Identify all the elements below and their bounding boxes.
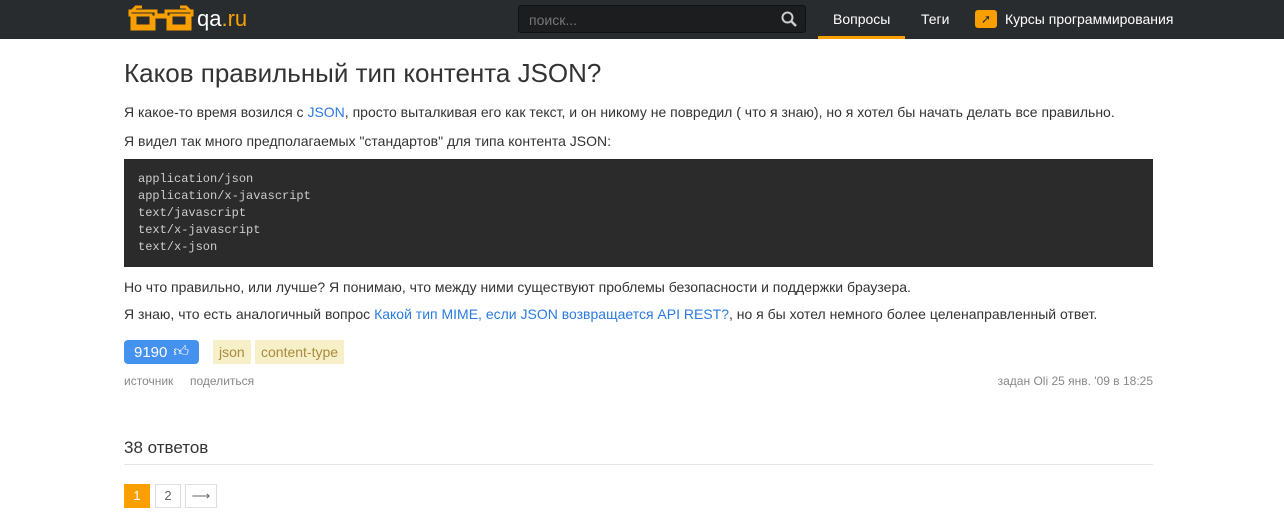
glasses-icon xyxy=(128,5,194,31)
top-nav: qa.ru поиск... Вопросы Теги ➚ Курсы прог… xyxy=(0,0,1284,39)
question-paragraph-3: Но что правильно, или лучше? Я понимаю, … xyxy=(124,279,911,295)
page-1[interactable]: 1 xyxy=(124,484,150,508)
rocket-icon: ➚ xyxy=(975,10,997,28)
logo[interactable]: qa.ru xyxy=(128,5,247,33)
thumbs-up-icon: 👍︎ xyxy=(173,343,190,360)
page-2[interactable]: 2 xyxy=(155,484,181,508)
json-link[interactable]: JSON xyxy=(307,104,344,120)
nav-tags[interactable]: Теги xyxy=(921,11,949,27)
question-paragraph-1: Я какое-то время возился с JSON, просто … xyxy=(124,104,1115,120)
search-icon[interactable] xyxy=(781,11,797,27)
question-paragraph-2: Я видел так много предполагаемых "станда… xyxy=(124,133,611,149)
source-link[interactable]: источник xyxy=(124,374,173,388)
next-page-arrow-icon[interactable]: ⟶ xyxy=(185,484,217,508)
question-title: Каков правильный тип контента JSON? xyxy=(124,58,602,88)
tag-json[interactable]: json xyxy=(213,340,251,364)
logo-suffix: .ru xyxy=(221,6,248,31)
tag-content-type[interactable]: content-type xyxy=(255,340,345,364)
similar-question-link[interactable]: Какой тип MIME, если JSON возвращается A… xyxy=(374,306,729,322)
nav-courses[interactable]: ➚ Курсы программирования xyxy=(975,10,1173,28)
share-link[interactable]: поделиться xyxy=(190,374,254,388)
vote-button[interactable]: 9190 👍︎ xyxy=(124,340,200,364)
search-input[interactable]: поиск... xyxy=(518,5,806,33)
question-paragraph-4: Я знаю, что есть аналогичный вопрос Како… xyxy=(124,306,1098,322)
asked-info: задан Oli 25 янв. '09 в 18:25 xyxy=(997,374,1153,388)
vote-count: 9190 xyxy=(134,343,168,361)
answers-count: 38 ответов xyxy=(124,438,1153,465)
nav-courses-label: Курсы программирования xyxy=(1005,11,1174,27)
logo-text: qa xyxy=(197,6,222,31)
nav-questions[interactable]: Вопросы xyxy=(818,11,906,39)
code-block: application/json application/x-javascrip… xyxy=(124,159,1153,267)
search-placeholder: поиск... xyxy=(529,12,577,28)
